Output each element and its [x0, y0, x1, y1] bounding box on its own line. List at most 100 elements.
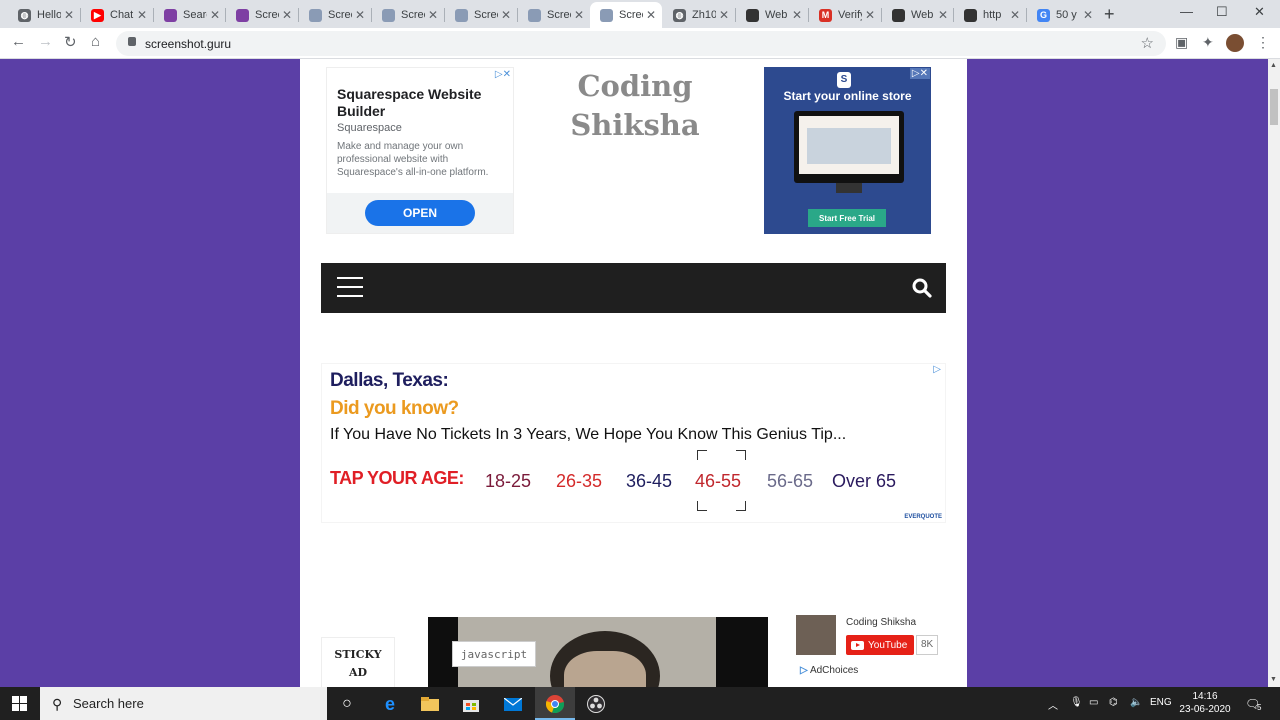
tab-close-icon[interactable]: ✕ [501, 8, 511, 22]
forward-button[interactable]: → [38, 33, 53, 50]
browser-tab[interactable]: ◍ Hello ✕ [8, 2, 80, 28]
edge-browser-icon[interactable]: e [380, 694, 400, 714]
open-button[interactable]: OPEN [365, 200, 475, 226]
tab-close-icon[interactable]: ✕ [719, 8, 729, 22]
browser-tab[interactable]: Screen✕ [299, 2, 371, 28]
tab-close-icon[interactable]: ✕ [938, 8, 948, 22]
scroll-down-arrow[interactable]: ▼ [1270, 676, 1277, 683]
browser-tab[interactable]: Screen✕ [518, 2, 590, 28]
site-title[interactable]: Coding Shiksha [565, 67, 705, 145]
taskbar-clock[interactable]: 14:16 23-06-2020 [1176, 690, 1234, 716]
windows-start-icon[interactable] [12, 696, 27, 711]
browser-tab[interactable]: Screen✕ [590, 2, 662, 28]
youtube-subscribe-widget: Coding Shiksha YouTube 8K ▷ AdChoices [796, 615, 956, 687]
volume-icon[interactable]: 🔈 [1130, 697, 1142, 708]
shopify-ad[interactable]: ▷✕ S Start your online store Start Free … [764, 67, 931, 234]
tab-title: http [983, 9, 1002, 21]
tab-title: Hello [37, 9, 61, 21]
browser-tab[interactable]: M Verify✕ [809, 2, 881, 28]
home-button[interactable]: ⌂ [91, 33, 100, 50]
adchoices-icon[interactable]: ▷ [933, 364, 941, 375]
ad-description: Make and manage your own professional we… [337, 141, 489, 178]
browser-tab[interactable]: Screen✕ [372, 2, 444, 28]
show-hidden-icons[interactable]: ︿ [1048, 697, 1058, 712]
browser-tab[interactable]: Screen✕ [445, 2, 517, 28]
ad-tip[interactable]: If You Have No Tickets In 3 Years, We Ho… [330, 426, 846, 444]
tab-close-icon[interactable]: ✕ [428, 8, 438, 22]
age-option-26-35[interactable]: 26-35 [556, 471, 602, 492]
channel-name[interactable]: Coding Shiksha [846, 617, 916, 628]
file-explorer-icon[interactable] [420, 694, 440, 714]
tab-close-icon[interactable]: ✕ [1083, 8, 1093, 22]
back-button[interactable]: ← [11, 33, 26, 50]
channel-avatar[interactable] [796, 615, 836, 655]
everquote-ad[interactable]: ▷ Dallas, Texas: Did you know? If You Ha… [321, 363, 946, 523]
start-trial-button[interactable]: Start Free Trial [808, 209, 886, 227]
tab-close-icon[interactable]: ✕ [574, 8, 584, 22]
adchoices-link[interactable]: ▷ AdChoices [800, 665, 858, 676]
age-option-over-65[interactable]: Over 65 [832, 471, 896, 492]
tab-title: Screen [401, 9, 425, 21]
site-navbar [321, 263, 946, 313]
scroll-thumb[interactable] [1270, 89, 1278, 125]
video-player[interactable]: javascript [428, 617, 768, 687]
taskbar-search-box[interactable]: ⚲ Search here [40, 687, 327, 720]
network-icon[interactable]: ⌬ [1109, 697, 1118, 708]
browser-tab[interactable]: ◍ Zh10 ✕ [663, 2, 735, 28]
adchoices-label: AdChoices [809, 665, 859, 676]
age-option-56-65[interactable]: 56-65 [767, 471, 813, 492]
microphone-icon[interactable]: 🎙 [1070, 697, 1083, 708]
youtube-subscribe-button[interactable]: YouTube [846, 635, 914, 655]
scroll-up-arrow[interactable]: ▲ [1270, 62, 1277, 69]
chrome-icon[interactable] [545, 694, 565, 714]
search-icon[interactable] [912, 278, 932, 298]
ad-headline[interactable]: Squarespace Website Builder [337, 86, 487, 120]
tab-close-icon[interactable]: ✕ [137, 8, 147, 22]
tab-close-icon[interactable]: ✕ [282, 8, 292, 22]
browser-tab[interactable]: Web ✕ [736, 2, 808, 28]
url-text[interactable]: screenshot.guru [145, 37, 231, 51]
language-indicator[interactable]: ENG [1150, 697, 1172, 708]
browser-tab[interactable]: G 50 y ✕ [1027, 2, 1099, 28]
menu-hamburger-icon[interactable] [337, 277, 363, 299]
ad-headline: Start your online store [783, 89, 912, 103]
age-option-18-25[interactable]: 18-25 [485, 471, 531, 492]
tab-favicon-icon [892, 8, 905, 22]
tab-close-icon[interactable]: ✕ [865, 8, 875, 22]
page-scrollbar[interactable]: ▲ ▼ [1268, 59, 1280, 687]
browser-tab[interactable]: ▶ Chat ✕ [81, 2, 153, 28]
obs-recorder-icon[interactable] [586, 694, 606, 714]
squarespace-ad[interactable]: ▷✕ Squarespace Website Builder Squarespa… [326, 67, 514, 234]
mail-icon[interactable] [503, 694, 523, 714]
extensions-puzzle-icon[interactable]: ✦ [1202, 34, 1214, 51]
store-icon[interactable] [461, 694, 481, 714]
clock-date: 23-06-2020 [1179, 704, 1231, 715]
cortana-icon[interactable]: ○ [337, 694, 357, 714]
browser-tab[interactable]: Web ✕ [882, 2, 954, 28]
minimize-button[interactable]: — [1180, 4, 1193, 19]
age-option-36-45[interactable]: 36-45 [626, 471, 672, 492]
maximize-button[interactable]: ☐ [1216, 4, 1228, 20]
close-window-button[interactable]: ✕ [1254, 4, 1265, 20]
adchoices-icon[interactable]: ▷✕ [495, 69, 511, 80]
tab-close-icon[interactable]: ✕ [64, 8, 74, 22]
windows-taskbar: ⚲ Search here ○ e ︿ 🎙 ▭ ⌬ 🔈 ENG 14:16 23… [0, 687, 1280, 720]
menu-kebab-icon[interactable]: ⋮ [1256, 34, 1270, 51]
reload-button[interactable]: ↻ [64, 33, 77, 51]
screenshot-extension-icon[interactable]: ▣ [1175, 34, 1188, 51]
adchoices-icon[interactable]: ▷✕ [909, 68, 930, 79]
new-tab-button[interactable]: + [1104, 4, 1115, 25]
tab-close-icon[interactable]: ✕ [1010, 8, 1020, 22]
address-bar[interactable]: screenshot.guru ☆ [116, 31, 1166, 56]
bookmark-star-icon[interactable]: ☆ [1141, 34, 1154, 52]
browser-tab[interactable]: Search✕ [154, 2, 226, 28]
battery-icon[interactable]: ▭ [1089, 697, 1098, 708]
tab-close-icon[interactable]: ✕ [646, 8, 656, 22]
tab-close-icon[interactable]: ✕ [355, 8, 365, 22]
profile-avatar[interactable] [1226, 34, 1244, 52]
tab-close-icon[interactable]: ✕ [792, 8, 802, 22]
browser-tab[interactable]: http ✕ [954, 2, 1026, 28]
age-option-46-55[interactable]: 46-55 [695, 471, 741, 492]
tab-close-icon[interactable]: ✕ [210, 8, 220, 22]
browser-tab[interactable]: Screen✕ [226, 2, 298, 28]
